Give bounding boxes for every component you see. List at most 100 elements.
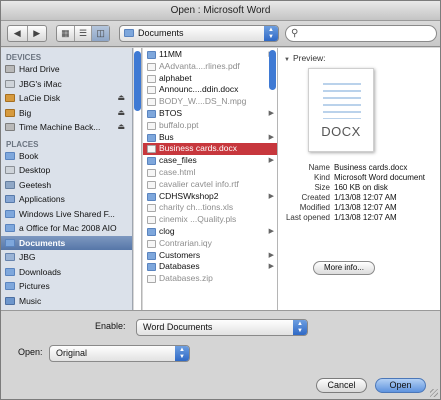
view-mode-control: ▦ ☰ ◫ xyxy=(56,25,110,42)
file-row[interactable]: Databases ▶ xyxy=(143,261,277,273)
eject-icon[interactable]: ⏏ xyxy=(117,91,125,106)
search-input[interactable] xyxy=(302,27,432,40)
sidebar-item-devices[interactable]: JBG's iMac xyxy=(1,77,132,92)
places-list: Book Desktop Geetesh Applications Windows Li… xyxy=(1,149,132,309)
file-name: 11MM xyxy=(159,49,182,59)
file-row[interactable]: buffalo.ppt xyxy=(143,120,277,132)
sidebar-item-places[interactable]: Downloads xyxy=(1,265,132,280)
sidebar-item-places[interactable]: a Office for Mac 2008 AIO xyxy=(1,221,132,236)
sidebar-item-places[interactable]: Book xyxy=(1,149,132,164)
file-row[interactable]: CDHSWkshop2 ▶ xyxy=(143,191,277,203)
file-row[interactable]: alphabet xyxy=(143,73,277,85)
info-value: 160 KB on disk xyxy=(334,183,388,192)
folder-icon xyxy=(147,251,156,260)
enable-popup[interactable]: Word Documents ▲ ▼ xyxy=(136,319,308,336)
sidebar-item-label: a Office for Mac 2008 AIO xyxy=(19,223,117,233)
location-label: Documents xyxy=(138,28,184,38)
file-name: BODY_W....DS_N.mpg xyxy=(159,96,247,107)
chevron-right-icon: ▶ xyxy=(268,251,274,259)
eject-icon[interactable]: ⏏ xyxy=(117,106,125,121)
sidebar-item-places[interactable]: JBG xyxy=(1,250,132,265)
file-row[interactable]: cinemix ...Quality.pls xyxy=(143,214,277,226)
file-row[interactable]: case_files ▶ xyxy=(143,155,277,167)
info-value: 1/13/08 12:07 AM xyxy=(334,203,397,212)
lacie-icon xyxy=(5,108,15,117)
disclosure-triangle-icon[interactable]: ▼ xyxy=(284,57,290,63)
file-name: Customers xyxy=(159,249,201,260)
file-row[interactable]: Announc....ddin.docx xyxy=(143,84,277,96)
file-row[interactable]: charity ch...tions.xls xyxy=(143,202,277,214)
sidebar-item-places[interactable]: Pictures xyxy=(1,279,132,294)
sidebar-item-places[interactable]: Geetesh xyxy=(1,178,132,193)
list-view-icon[interactable]: ☰ xyxy=(75,26,93,41)
sidebar-item-label: Music xyxy=(19,295,42,306)
file-column: 11MM▶AAdvanta....rlines.pdfalphabetAnnou… xyxy=(143,48,278,310)
sidebar-item-devices[interactable]: Time Machine Back... ⏏ xyxy=(1,120,132,135)
file-row[interactable]: BODY_W....DS_N.mpg xyxy=(143,96,277,108)
info-key: Last opened xyxy=(285,213,330,222)
document-icon xyxy=(147,204,156,213)
sidebar-item-label: Documents xyxy=(19,237,66,248)
window-title: Open : Microsoft Word xyxy=(1,1,440,21)
document-icon xyxy=(147,216,156,225)
file-row[interactable]: Customers ▶ xyxy=(143,250,277,262)
forward-arrow-icon[interactable]: ▶ xyxy=(28,26,47,41)
file-row[interactable]: cavalier cavtel info.rtf xyxy=(143,179,277,191)
folder-icon xyxy=(147,227,156,236)
back-arrow-icon[interactable]: ◀ xyxy=(8,26,28,41)
toolbar: ◀ ▶ ▦ ☰ ◫ Documents ▲ ▼ ⚲ xyxy=(1,21,440,47)
folder-icon xyxy=(124,29,134,37)
document-icon xyxy=(147,74,156,83)
eject-icon[interactable]: ⏏ xyxy=(117,120,125,135)
document-icon xyxy=(147,62,156,71)
chevron-right-icon: ▶ xyxy=(268,227,274,235)
sidebar-item-devices[interactable]: LaCie Disk ⏏ xyxy=(1,91,132,106)
file-name: cinemix ...Quality.pls xyxy=(159,214,237,225)
open-mode-popup[interactable]: Original ▲ ▼ xyxy=(49,345,190,362)
sidebar-item-devices[interactable]: Big ⏏ xyxy=(1,106,132,121)
info-value: 1/13/08 12:07 AM xyxy=(334,213,397,222)
sidebar-item-places[interactable]: Music xyxy=(1,294,132,309)
icon-view-icon[interactable]: ▦ xyxy=(57,26,75,41)
enable-label: Enable: xyxy=(95,321,126,331)
file-row[interactable]: Databases.zip xyxy=(143,273,277,285)
more-info-button[interactable]: More info... xyxy=(313,261,375,275)
sidebar-item-places[interactable]: Documents xyxy=(1,235,132,250)
file-name: Bus xyxy=(159,131,174,142)
column-view-icon[interactable]: ◫ xyxy=(92,26,110,41)
info-key: Size xyxy=(314,183,330,192)
search-field[interactable]: ⚲ xyxy=(285,25,437,42)
file-row[interactable]: case.html xyxy=(143,167,277,179)
mac-icon xyxy=(5,166,15,174)
document-icon xyxy=(147,168,156,177)
file-row[interactable]: Business cards.docx xyxy=(143,143,277,156)
file-name: CDHSWkshop2 xyxy=(159,190,219,201)
open-button[interactable]: Open xyxy=(375,378,426,393)
folder-icon xyxy=(5,238,15,247)
file-row[interactable]: AAdvanta....rlines.pdf xyxy=(143,61,277,73)
location-popup[interactable]: Documents ▲ ▼ xyxy=(119,25,279,42)
sidebar-item-label: Big xyxy=(19,107,32,118)
folder-icon xyxy=(147,157,156,166)
file-row[interactable]: BTOS ▶ xyxy=(143,108,277,120)
parent-column-scrollbar[interactable] xyxy=(134,51,141,111)
info-row: Created 1/13/08 12:07 AM xyxy=(278,193,440,203)
sidebar-item-places[interactable]: Applications xyxy=(1,192,132,207)
places-header: PLACES xyxy=(6,139,39,149)
info-row: Modified 1/13/08 12:07 AM xyxy=(278,203,440,213)
sidebar-item-places[interactable]: Windows Live Shared F... xyxy=(1,207,132,222)
cancel-button[interactable]: Cancel xyxy=(316,378,367,393)
drive-icon xyxy=(5,65,15,73)
file-row[interactable]: 11MM▶ xyxy=(143,49,277,61)
info-value: 1/13/08 12:07 AM xyxy=(334,193,397,202)
file-row[interactable]: clog ▶ xyxy=(143,226,277,238)
file-row[interactable]: Bus ▶ xyxy=(143,132,277,144)
file-column-scrollbar[interactable] xyxy=(269,50,276,90)
music-icon xyxy=(5,296,15,305)
resize-grip-icon[interactable] xyxy=(430,389,438,397)
sidebar-item-places[interactable]: Desktop xyxy=(1,163,132,178)
file-name: Announc....ddin.docx xyxy=(159,84,239,95)
file-row[interactable]: Contrarian.iqy xyxy=(143,238,277,250)
sidebar-item-devices[interactable]: Hard Drive xyxy=(1,62,132,77)
popup-stepper-icon: ▲ ▼ xyxy=(175,346,189,361)
